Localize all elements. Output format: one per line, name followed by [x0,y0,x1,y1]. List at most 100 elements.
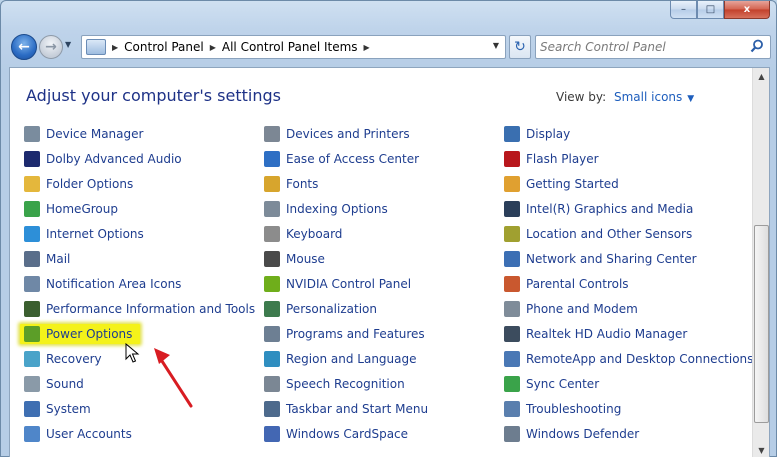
remoteapp-icon [504,351,520,367]
minimize-button[interactable]: – [670,1,697,19]
item-label: Mouse [286,252,325,266]
item-mouse[interactable]: Mouse [264,249,325,269]
item-location-and-other-sensors[interactable]: Location and Other Sensors [504,224,692,244]
item-phone-and-modem[interactable]: Phone and Modem [504,299,638,319]
item-region-and-language[interactable]: Region and Language [264,349,417,369]
forward-button[interactable]: → [39,35,63,59]
item-power-options[interactable]: Power Options [20,324,141,344]
flash-icon [504,151,520,167]
item-homegroup[interactable]: HomeGroup [24,199,118,219]
item-indexing-options[interactable]: Indexing Options [264,199,388,219]
vertical-scrollbar[interactable]: ▲ ▼ [752,68,769,457]
network-icon [504,251,520,267]
refresh-button[interactable]: ↻ [509,35,531,59]
page-title: Adjust your computer's settings [26,86,281,105]
item-getting-started[interactable]: Getting Started [504,174,619,194]
recent-pages-chevron-icon[interactable]: ▼ [65,40,71,49]
item-label: Parental Controls [526,277,629,291]
sync-icon [504,376,520,392]
item-display[interactable]: Display [504,124,570,144]
item-label: Folder Options [46,177,134,191]
item-dolby-advanced-audio[interactable]: Dolby Advanced Audio [24,149,182,169]
mouse-icon [264,251,280,267]
sound-icon [24,376,40,392]
item-label: Power Options [46,327,133,341]
item-internet-options[interactable]: Internet Options [24,224,144,244]
search-icon[interactable] [750,39,764,53]
display-icon [504,126,520,142]
search-box[interactable] [535,35,771,59]
item-speech-recognition[interactable]: Speech Recognition [264,374,405,394]
item-flash-player[interactable]: Flash Player [504,149,599,169]
item-label: RemoteApp and Desktop Connections [526,352,754,366]
item-label: Indexing Options [286,202,388,216]
item-mail[interactable]: Mail [24,249,70,269]
item-recovery[interactable]: Recovery [24,349,102,369]
item-realtek-hd-audio-manager[interactable]: Realtek HD Audio Manager [504,324,687,344]
item-system[interactable]: System [24,399,91,419]
maximize-button[interactable]: □ [697,1,724,19]
breadcrumb-control-panel[interactable]: Control Panel [124,40,204,54]
parental-controls-icon [504,276,520,292]
item-label: Getting Started [526,177,619,191]
navigation-bar: ← → ▼ ▶ Control Panel ▶ All Control Pane… [9,31,771,61]
item-remoteapp-and-desktop-connections[interactable]: RemoteApp and Desktop Connections [504,349,753,369]
breadcrumb-separator-icon[interactable]: ▶ [112,43,118,52]
item-personalization[interactable]: Personalization [264,299,377,319]
item-label: Devices and Printers [286,127,410,141]
internet-icon [24,226,40,242]
caption-buttons: – □ x [670,1,770,19]
fonts-icon [264,176,280,192]
cardspace-icon [264,426,280,442]
item-sync-center[interactable]: Sync Center [504,374,599,394]
item-folder-options[interactable]: Folder Options [24,174,133,194]
view-mode-dropdown[interactable]: Small icons ▼ [614,90,694,104]
item-notification-area-icons[interactable]: Notification Area Icons [24,274,181,294]
item-taskbar-and-start-menu[interactable]: Taskbar and Start Menu [264,399,428,419]
ease-of-access-icon [264,151,280,167]
item-intel-r-graphics-and-media[interactable]: Intel(R) Graphics and Media [504,199,693,219]
scrollbar-thumb[interactable] [754,225,769,423]
control-panel-icon [86,39,106,55]
item-devices-and-printers[interactable]: Devices and Printers [264,124,410,144]
scroll-down-icon[interactable]: ▼ [753,442,770,457]
programs-icon [264,326,280,342]
item-label: Internet Options [46,227,144,241]
item-label: Fonts [286,177,319,191]
breadcrumb-all-items[interactable]: All Control Panel Items [222,40,358,54]
item-label: Performance Information and Tools [46,302,256,316]
item-windows-cardspace[interactable]: Windows CardSpace [264,424,408,444]
item-ease-of-access-center[interactable]: Ease of Access Center [264,149,419,169]
item-network-and-sharing-center[interactable]: Network and Sharing Center [504,249,697,269]
folder-icon [24,176,40,192]
search-input[interactable] [540,38,740,56]
item-programs-and-features[interactable]: Programs and Features [264,324,425,344]
power-icon [24,326,40,342]
back-button[interactable]: ← [11,34,37,60]
system-icon [24,401,40,417]
item-user-accounts[interactable]: User Accounts [24,424,132,444]
item-windows-defender[interactable]: Windows Defender [504,424,639,444]
item-label: Mail [46,252,71,266]
item-parental-controls[interactable]: Parental Controls [504,274,629,294]
breadcrumb-separator-icon[interactable]: ▶ [210,43,216,52]
item-nvidia-control-panel[interactable]: NVIDIA Control Panel [264,274,411,294]
content-pane: Adjust your computer's settings View by:… [9,67,770,457]
breadcrumb-separator-icon[interactable]: ▶ [364,43,370,52]
item-keyboard[interactable]: Keyboard [264,224,342,244]
address-bar[interactable]: ▶ Control Panel ▶ All Control Panel Item… [81,35,506,59]
item-label: NVIDIA Control Panel [286,277,412,291]
item-label: Keyboard [286,227,343,241]
scroll-up-icon[interactable]: ▲ [753,68,770,85]
item-label: Sync Center [526,377,600,391]
view-by-label: View by: [556,90,607,104]
close-button[interactable]: x [724,1,770,19]
item-troubleshooting[interactable]: Troubleshooting [504,399,621,419]
personalization-icon [264,301,280,317]
item-sound[interactable]: Sound [24,374,84,394]
address-dropdown-icon[interactable]: ▼ [493,41,499,50]
item-performance-information-and-tools[interactable]: Performance Information and Tools [24,299,255,319]
item-device-manager[interactable]: Device Manager [24,124,143,144]
item-label: Notification Area Icons [46,277,182,291]
item-fonts[interactable]: Fonts [264,174,318,194]
